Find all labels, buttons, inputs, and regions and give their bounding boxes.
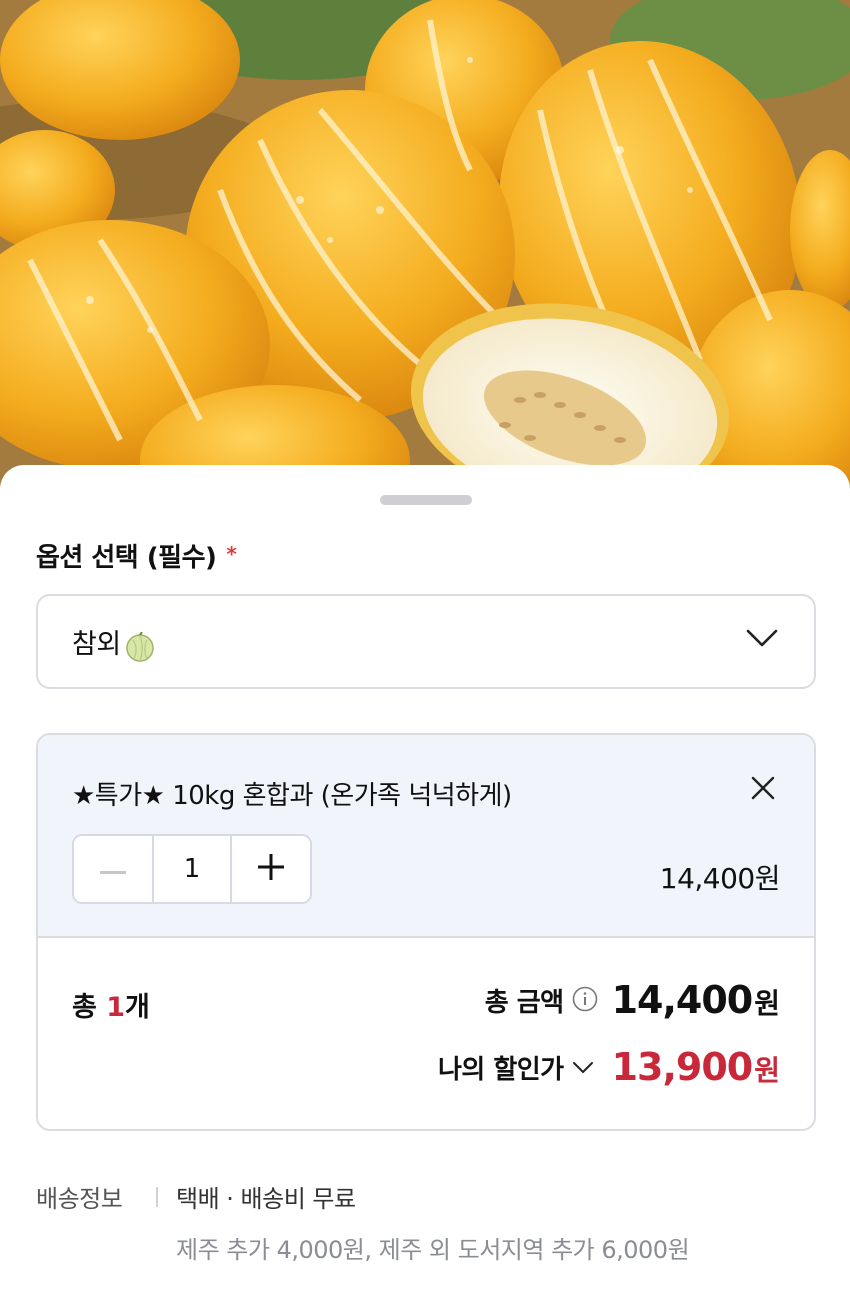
product-photo xyxy=(0,0,850,500)
item-price: 14,400원 xyxy=(659,862,781,895)
option-bottom-sheet: 옵션 선택 (필수) * 참외 ★특가★ 10kg 혼합과 (온가족 넉넉하게)… xyxy=(0,465,850,1307)
melon-icon xyxy=(125,630,155,662)
close-icon[interactable] xyxy=(750,775,776,805)
quantity-value[interactable]: 1 xyxy=(152,836,232,902)
total-count-suffix: 개 xyxy=(125,992,150,1023)
option-select[interactable]: 참외 xyxy=(36,594,816,689)
option-title-label: 옵션 선택 (필수) xyxy=(36,543,217,573)
shipping-method: 택배 · 배송비 무료 xyxy=(176,1185,356,1213)
discount-price-unit: 원 xyxy=(754,1054,780,1087)
total-amount-label: 총 금액 xyxy=(484,987,564,1018)
shipping-extra-fee: 제주 추가 4,000원, 제주 외 도서지역 추가 6,000원 xyxy=(176,1236,690,1264)
discount-price-label: 나의 할인가 xyxy=(437,1054,564,1085)
chevron-down-icon xyxy=(746,628,778,652)
total-amount-value: 14,400 xyxy=(611,978,754,1022)
melon-photo-illustration xyxy=(0,0,850,500)
chevron-down-icon xyxy=(572,1060,594,1079)
required-mark: * xyxy=(226,541,237,566)
info-icon[interactable] xyxy=(572,986,598,1016)
sheet-drag-handle[interactable] xyxy=(380,495,472,505)
selected-item-card: ★특가★ 10kg 혼합과 (온가족 넉넉하게) 1 14,400원 총 1개 … xyxy=(36,733,816,1131)
increment-button[interactable] xyxy=(232,836,310,902)
option-selected-value: 참외 xyxy=(72,629,121,660)
total-count-value: 1 xyxy=(106,992,126,1023)
shipping-info-label: 배송정보 xyxy=(36,1185,123,1213)
product-option-page: 옵션 선택 (필수) * 참외 ★특가★ 10kg 혼합과 (온가족 넉넉하게)… xyxy=(0,0,850,1307)
decrement-button[interactable] xyxy=(74,836,152,902)
shipping-divider xyxy=(156,1187,158,1207)
selected-item-detail: ★특가★ 10kg 혼합과 (온가족 넉넉하게) 1 14,400원 xyxy=(38,735,814,938)
quantity-stepper: 1 xyxy=(72,834,312,904)
total-count: 총 1개 xyxy=(72,985,150,1024)
option-section-title: 옵션 선택 (필수) * xyxy=(36,537,237,574)
discount-price-row[interactable]: 나의 할인가 13,900 원 xyxy=(438,1045,780,1089)
minus-icon xyxy=(100,860,126,879)
total-amount-unit: 원 xyxy=(754,987,780,1020)
plus-icon xyxy=(258,854,284,884)
item-name: ★특가★ 10kg 혼합과 (온가족 넉넉하게) xyxy=(72,781,512,811)
discount-price-value: 13,900 xyxy=(611,1045,754,1089)
total-count-prefix: 총 xyxy=(72,992,107,1023)
total-amount-row: 총 금액 14,400 원 xyxy=(485,978,780,1022)
